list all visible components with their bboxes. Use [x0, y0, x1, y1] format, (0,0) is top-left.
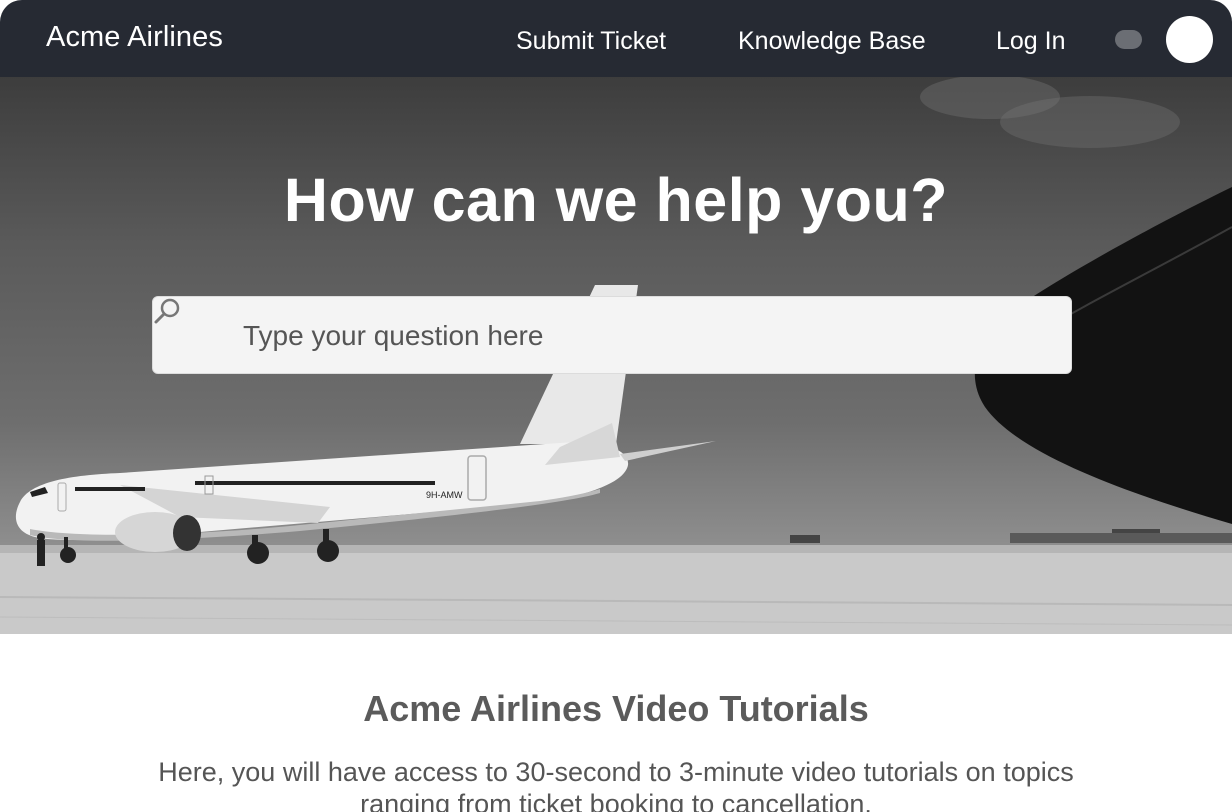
theme-toggle[interactable] — [1115, 30, 1142, 49]
nav-knowledge-base[interactable]: Knowledge Base — [738, 27, 926, 56]
search-box[interactable] — [152, 296, 1072, 374]
hero-banner: 9H-AMW How can we help you? — [0, 77, 1232, 634]
section-title: Acme Airlines Video Tutorials — [363, 688, 869, 729]
search-input[interactable] — [241, 317, 1025, 355]
nav-submit-ticket[interactable]: Submit Ticket — [516, 27, 666, 56]
search-icon[interactable] — [153, 297, 181, 325]
section-description: Here, you will have access to 30-second … — [158, 757, 1074, 812]
top-nav-bar: Acme Airlines Submit Ticket Knowledge Ba… — [0, 0, 1232, 77]
aircraft-registration-text: 9H-AMW — [426, 490, 463, 500]
hero-title: How can we help you? — [283, 166, 949, 234]
brand-logo-link[interactable]: Acme Airlines — [46, 21, 223, 54]
user-avatar[interactable] — [1166, 16, 1213, 63]
app-window: Acme Airlines Submit Ticket Knowledge Ba… — [0, 0, 1232, 812]
nav-log-in[interactable]: Log In — [996, 27, 1066, 56]
